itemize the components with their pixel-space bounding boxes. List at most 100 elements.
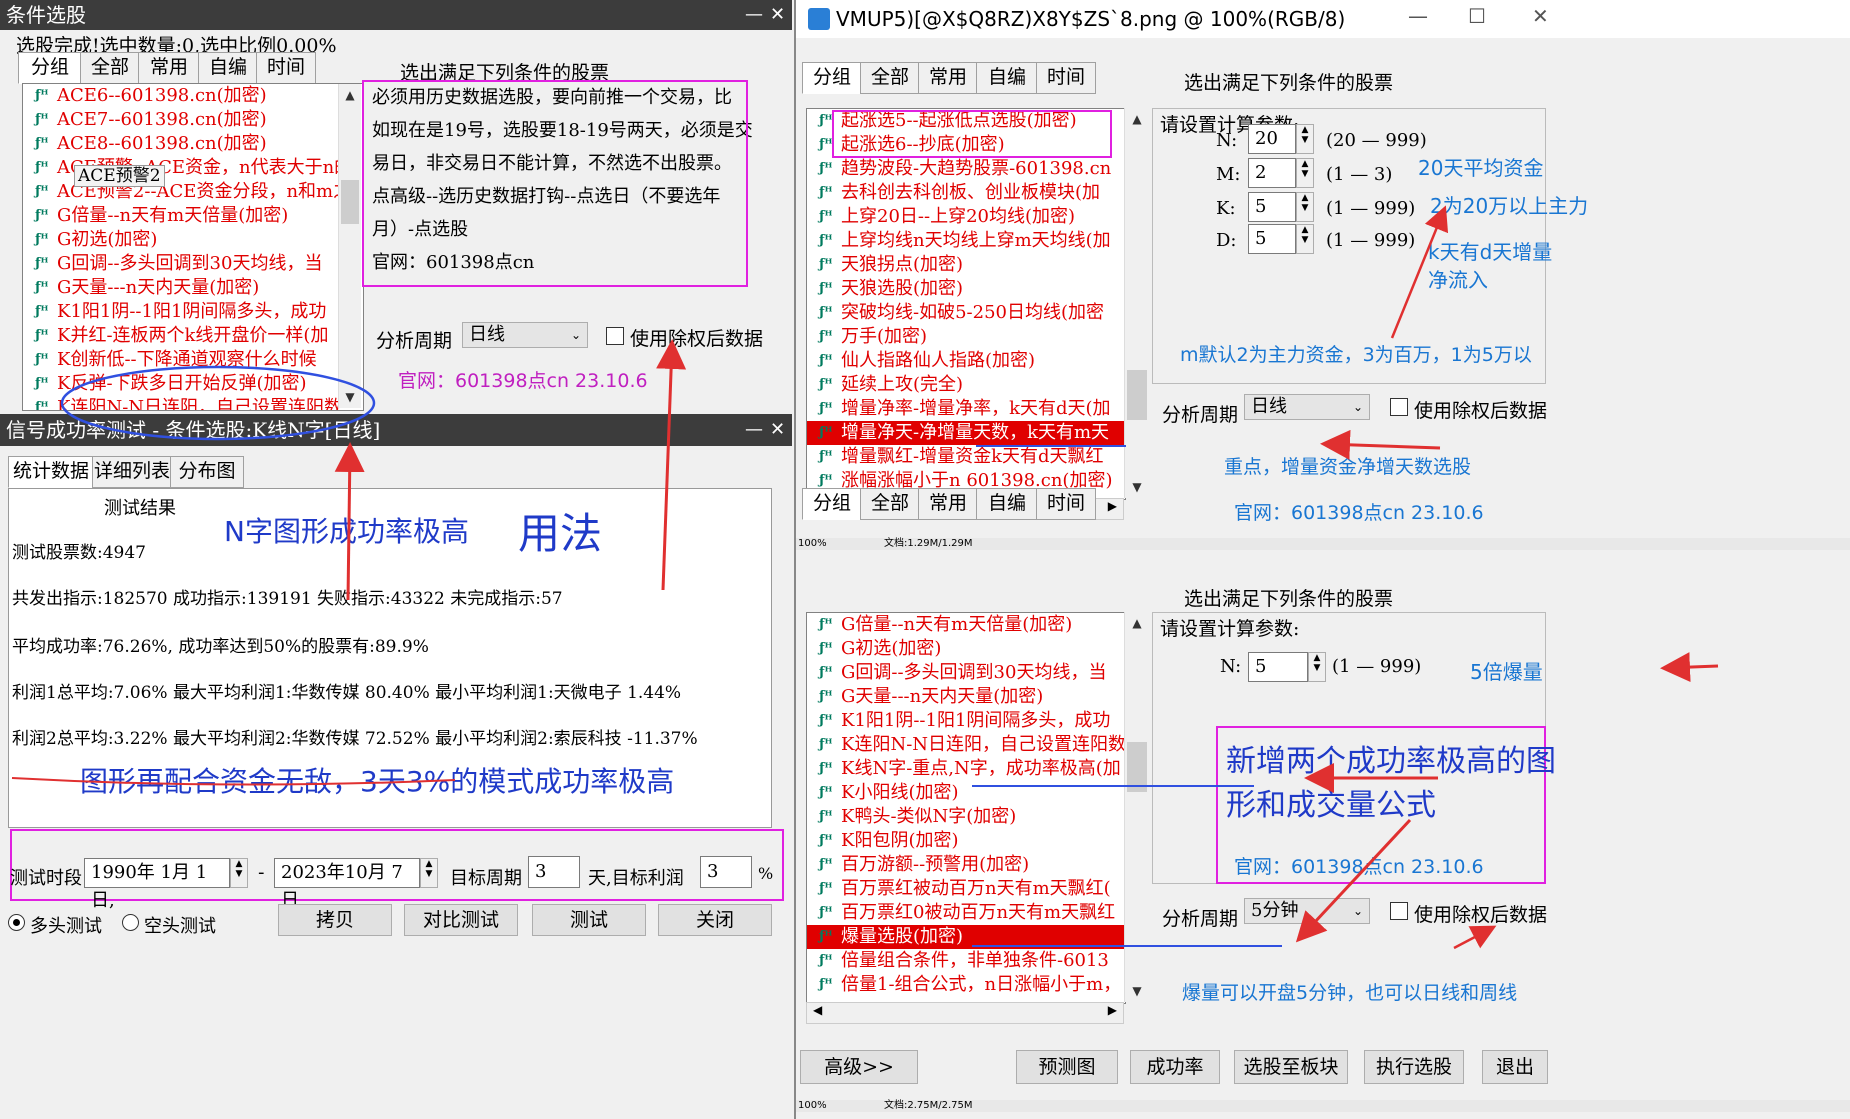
- list-item[interactable]: ƒᴴ 上穿20日--上穿20均线(加密): [807, 205, 1125, 229]
- start-date-input[interactable]: 1990年 1月 1日,: [84, 858, 230, 911]
- minimize-icon[interactable]: —: [1408, 4, 1428, 28]
- target-period-input[interactable]: 3: [528, 856, 580, 888]
- right-bottom-list-scrollbar[interactable]: ▲ ▼: [1124, 612, 1149, 1002]
- tab-3[interactable]: 自编: [976, 62, 1038, 94]
- list-item[interactable]: ƒᴴ 增量净天-净增量天数，k天有m天: [807, 421, 1125, 445]
- list-item[interactable]: ƒᴴ K阳包阴(加密): [807, 829, 1125, 853]
- right-bottom-formula-list[interactable]: ƒᴴ G倍量--n天有m天倍量(加密) ƒᴴ G初选(加密) ƒᴴ G回调--多头回调到3…: [806, 612, 1126, 1004]
- minimize-icon[interactable]: —: [745, 0, 763, 30]
- tab-1[interactable]: 全部: [80, 52, 140, 84]
- radio-long[interactable]: [8, 914, 25, 931]
- list-item[interactable]: ƒᴴ 百万票红0被动百万n天有m天飘红: [807, 901, 1125, 925]
- list-item[interactable]: ƒᴴ 增量净率-增量净率，k天有d天(加: [807, 397, 1125, 421]
- param-spinner[interactable]: ▲ ▼: [1296, 158, 1314, 188]
- list-item[interactable]: ƒᴴ G倍量--n天有m天倍量(加密): [807, 613, 1125, 637]
- right-bottom-adjust-checkbox[interactable]: [1390, 902, 1408, 920]
- tab-2[interactable]: 常用: [918, 62, 978, 94]
- formula-list[interactable]: ƒᴴ ACE6--601398.cn(加密) ƒᴴ ACE7--601398.cn(加…: [22, 83, 364, 411]
- list-item[interactable]: ƒᴴ K连阳N-N日连阳，自己设置连阳数: [807, 733, 1125, 757]
- list-item[interactable]: ƒᴴ G天量---n天内天量(加密): [23, 276, 363, 300]
- list-item[interactable]: ƒᴴ ACE8--601398.cn(加密): [23, 132, 363, 156]
- right-top-list-scrollbar[interactable]: ▲ ▼: [1124, 108, 1149, 498]
- start-date-spinner[interactable]: ▲ ▼: [230, 858, 248, 888]
- target-profit-input[interactable]: 3: [700, 856, 752, 888]
- list-item[interactable]: ƒᴴ 倍量组合条件，非单独条件-6013: [807, 949, 1125, 973]
- param-n-spinner[interactable]: ▲ ▼: [1308, 652, 1326, 682]
- tab-2[interactable]: 分布图: [170, 456, 244, 488]
- action-button-2[interactable]: 成功率: [1130, 1050, 1220, 1084]
- param-n-input[interactable]: 5: [1248, 652, 1308, 682]
- action-button-1[interactable]: 预测图: [1016, 1050, 1118, 1084]
- tab-1[interactable]: 详细列表: [92, 456, 172, 488]
- tab-0[interactable]: 分组: [802, 62, 862, 94]
- list-item[interactable]: ƒᴴ G回调--多头回调到30天均线，当: [23, 252, 363, 276]
- formula-list-scrollbar[interactable]: ▲ ▼: [338, 84, 361, 408]
- list-item[interactable]: ƒᴴ 增量飘红-增量资金k天有d天飘红: [807, 445, 1125, 469]
- list-item[interactable]: ƒᴴ K反弹-下跌多日开始反弹(加密): [23, 372, 363, 396]
- list-item[interactable]: ƒᴴ K鸭头-类似N字(加密): [807, 805, 1125, 829]
- tab-4[interactable]: 时间: [1036, 62, 1096, 94]
- list-item[interactable]: ƒᴴ K并红-连板两个k线开盘价一样(加: [23, 324, 363, 348]
- list-item[interactable]: ƒᴴ 仙人指路仙人指路(加密): [807, 349, 1125, 373]
- action-button-0[interactable]: 高级>>: [800, 1050, 918, 1084]
- action-button-3[interactable]: 选股至板块: [1234, 1050, 1348, 1084]
- list-item[interactable]: ƒᴴ G回调--多头回调到30天均线，当: [807, 661, 1125, 685]
- list-item[interactable]: ƒᴴ 天狼选股(加密): [807, 277, 1125, 301]
- tab-0[interactable]: 分组: [18, 52, 82, 84]
- close-icon[interactable]: ✕: [770, 0, 785, 30]
- list-item[interactable]: ƒᴴ K线N字-重点,N字，成功率极高(加: [807, 757, 1125, 781]
- param-input[interactable]: 5: [1248, 192, 1296, 222]
- tab-4[interactable]: 时间: [256, 52, 316, 84]
- param-input[interactable]: 20: [1248, 124, 1296, 154]
- adjust-checkbox[interactable]: [606, 327, 624, 345]
- param-input[interactable]: 2: [1248, 158, 1296, 188]
- right-bottom-hscroll[interactable]: ◀ ▶: [806, 1002, 1124, 1024]
- list-item[interactable]: ƒᴴ G初选(加密): [23, 228, 363, 252]
- test-button-1[interactable]: 对比测试: [404, 904, 518, 936]
- tab-4[interactable]: 时间: [1036, 488, 1096, 520]
- test-button-2[interactable]: 测试: [532, 904, 646, 936]
- tab-2[interactable]: 常用: [918, 488, 978, 520]
- list-item[interactable]: ƒᴴ K1阳1阴--1阳1阴间隔多头，成功: [807, 709, 1125, 733]
- list-item[interactable]: ƒᴴ G初选(加密): [807, 637, 1125, 661]
- radio-short[interactable]: [122, 914, 139, 931]
- period-select[interactable]: 日线 ⌄: [462, 322, 588, 348]
- param-spinner[interactable]: ▲ ▼: [1296, 192, 1314, 222]
- right-top-formula-list[interactable]: ƒᴴ 起涨选5--起涨低点选股(加密) ƒᴴ 起涨选6--抄底(加密) ƒᴴ 趋势波段-大…: [806, 108, 1126, 500]
- list-item[interactable]: ƒᴴ 去科创去科创板、创业板模块(加: [807, 181, 1125, 205]
- tab-2[interactable]: 常用: [138, 52, 200, 84]
- list-item[interactable]: ƒᴴ 万手(加密): [807, 325, 1125, 349]
- minimize-icon[interactable]: —: [745, 414, 763, 446]
- list-item[interactable]: ƒᴴ 延续上攻(完全): [807, 373, 1125, 397]
- right-bottom-period-select[interactable]: 5分钟 ⌄: [1244, 898, 1370, 924]
- end-date-input[interactable]: 2023年10月 7日,: [274, 858, 420, 911]
- right-top-period-select[interactable]: 日线 ⌄: [1244, 394, 1370, 420]
- right-top-adjust-checkbox[interactable]: [1390, 398, 1408, 416]
- list-item[interactable]: ƒᴴ 突破均线-如破5-250日均线(加密: [807, 301, 1125, 325]
- list-item[interactable]: ƒᴴ K创新低--下降通道观察什么时候: [23, 348, 363, 372]
- list-item[interactable]: ƒᴴ 趋势波段-大趋势股票-601398.cn: [807, 157, 1125, 181]
- close-icon[interactable]: ✕: [1532, 4, 1549, 28]
- close-icon[interactable]: ✕: [770, 414, 785, 446]
- list-item[interactable]: ƒᴴ 百万票红被动百万n天有m天飘红(: [807, 877, 1125, 901]
- tab-1[interactable]: 全部: [860, 62, 920, 94]
- list-item[interactable]: ƒᴴ 天狼拐点(加密): [807, 253, 1125, 277]
- tab-3[interactable]: 自编: [976, 488, 1038, 520]
- param-spinner[interactable]: ▲ ▼: [1296, 124, 1314, 154]
- list-item[interactable]: ƒᴴ 倍量1-组合公式，n日涨幅小于m，: [807, 973, 1125, 997]
- list-item[interactable]: ƒᴴ 百万游额--预警用(加密): [807, 853, 1125, 877]
- list-item[interactable]: ƒᴴ K小阳线(加密): [807, 781, 1125, 805]
- list-item[interactable]: ƒᴴ ACE6--601398.cn(加密): [23, 84, 363, 108]
- test-button-3[interactable]: 关闭: [658, 904, 772, 936]
- tab-0[interactable]: 统计数据: [8, 456, 94, 488]
- test-button-0[interactable]: 拷贝: [278, 904, 392, 936]
- list-item[interactable]: ƒᴴ 上穿均线n天均线上穿m天均线(加: [807, 229, 1125, 253]
- action-button-5[interactable]: 退出: [1482, 1050, 1548, 1084]
- param-spinner[interactable]: ▲ ▼: [1296, 224, 1314, 254]
- list-item[interactable]: ƒᴴ G天量---n天内天量(加密): [807, 685, 1125, 709]
- tab-0[interactable]: 分组: [802, 488, 862, 520]
- end-date-spinner[interactable]: ▲ ▼: [420, 858, 438, 888]
- list-item[interactable]: ƒᴴ K1阳1阴--1阳1阴间隔多头，成功: [23, 300, 363, 324]
- tab-3[interactable]: 自编: [198, 52, 258, 84]
- tab-1[interactable]: 全部: [860, 488, 920, 520]
